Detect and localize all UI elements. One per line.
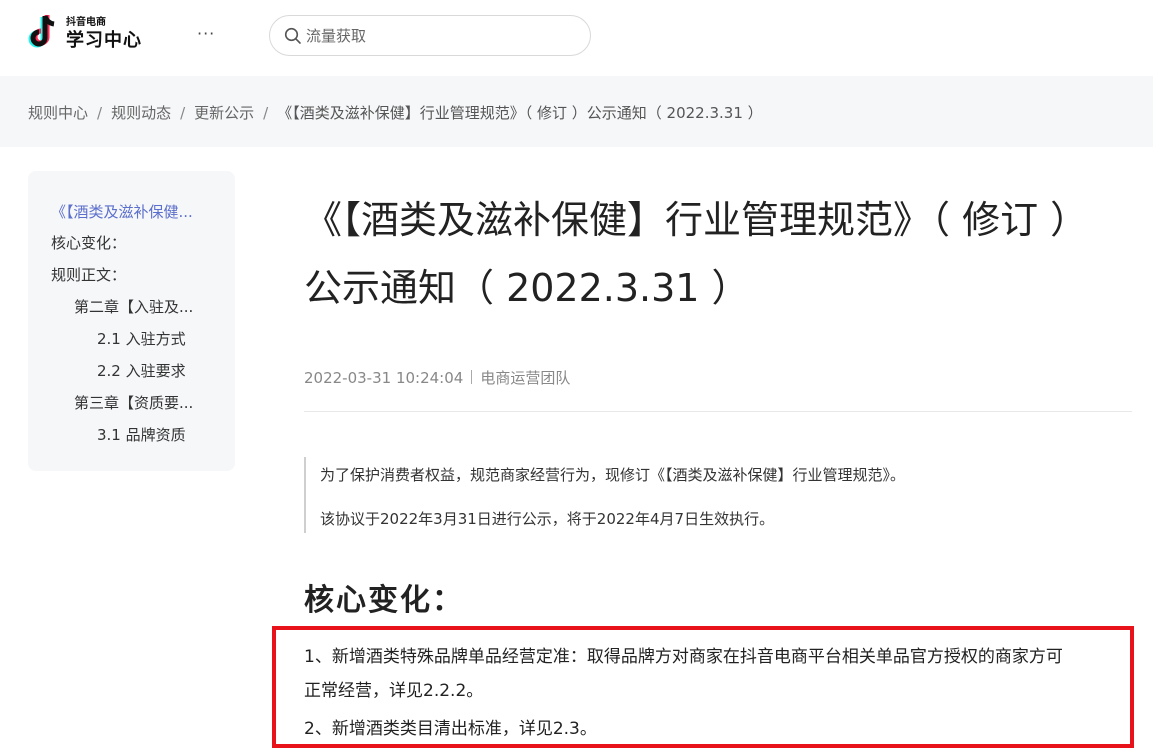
- intro-quote: 为了保护消费者权益，规范商家经营行为，现修订《【酒类及滋补保健】行业管理规范》。…: [304, 457, 1132, 533]
- douyin-logo[interactable]: 抖音电商 学习中心: [27, 12, 157, 52]
- divider: [304, 411, 1132, 412]
- table-of-contents: 《【酒类及滋补保健... 核心变化： 规则正文： 第二章【入驻及... 2.1 …: [28, 171, 235, 471]
- toc-item-core-changes[interactable]: 核心变化：: [51, 232, 126, 253]
- toc-item-title[interactable]: 《【酒类及滋补保健...: [51, 201, 193, 222]
- toc-item-chapter-3[interactable]: 第三章【资质要...: [74, 392, 193, 413]
- change-item-1: 1、新增酒类特殊品牌单品经营定准：取得品牌方对商家在抖音电商平台相关单品官方授权…: [304, 647, 1063, 667]
- intro-line-2: 该协议于2022年3月31日进行公示，将于2022年4月7日生效执行。: [320, 510, 775, 528]
- author-name: 电商运营团队: [480, 369, 571, 387]
- article-title-line-1: 《【酒类及滋补保健】行业管理规范》（ 修订 ）: [304, 198, 1089, 242]
- logo-title: 学习中心: [66, 30, 142, 51]
- article-meta: 2022-03-31 10:24:04 电商运营团队: [304, 367, 570, 388]
- breadcrumb-bar: 规则中心 / 规则动态 / 更新公示 / 《【酒类及滋补保健】行业管理规范》（ 修订 ）公示…: [0, 76, 1153, 147]
- search-icon: [284, 27, 301, 44]
- more-menu-icon[interactable]: ···: [197, 24, 215, 43]
- search-input[interactable]: [306, 25, 576, 47]
- section-heading-core-changes: 核心变化：: [304, 583, 464, 618]
- toc-item-rule-text[interactable]: 规则正文：: [51, 264, 126, 285]
- change-item-1-cont: 正常经营，详见2.2.2。: [304, 681, 484, 701]
- breadcrumb-rules-updates[interactable]: 规则动态: [111, 104, 171, 122]
- search-box[interactable]: [269, 15, 591, 56]
- breadcrumb-separator: /: [263, 104, 269, 122]
- change-item-2: 2、新增酒类类目清出标准，详见2.3。: [304, 719, 597, 739]
- top-header: 抖音电商 学习中心 ···: [0, 0, 1153, 76]
- toc-item-2-2[interactable]: 2.2 入驻要求: [97, 360, 186, 381]
- breadcrumb-rules-center[interactable]: 规则中心: [28, 104, 88, 122]
- breadcrumb-current-page: 《【酒类及滋补保健】行业管理规范》（ 修订 ）公示通知（ 2022.3.31 ）: [277, 104, 763, 122]
- breadcrumb: 规则中心 / 规则动态 / 更新公示 / 《【酒类及滋补保健】行业管理规范》（ 修订 ）公示…: [28, 102, 763, 123]
- publish-date: 2022-03-31 10:24:04: [304, 369, 464, 387]
- toc-item-3-1[interactable]: 3.1 品牌资质: [97, 424, 186, 445]
- article-title-line-2: 公示通知（ 2022.3.31 ）: [304, 266, 750, 310]
- toc-item-chapter-2[interactable]: 第二章【入驻及...: [74, 296, 193, 317]
- meta-divider: [471, 370, 473, 384]
- article-title: 《【酒类及滋补保健】行业管理规范》（ 修订 ） 公示通知（ 2022.3.31 …: [304, 186, 1144, 322]
- intro-line-1: 为了保护消费者权益，规范商家经营行为，现修订《【酒类及滋补保健】行业管理规范》。: [320, 466, 906, 484]
- douyin-logo-icon: [28, 15, 55, 48]
- breadcrumb-update-notices[interactable]: 更新公示: [194, 104, 254, 122]
- breadcrumb-separator: /: [97, 104, 103, 122]
- breadcrumb-separator: /: [180, 104, 186, 122]
- toc-item-2-1[interactable]: 2.1 入驻方式: [97, 328, 186, 349]
